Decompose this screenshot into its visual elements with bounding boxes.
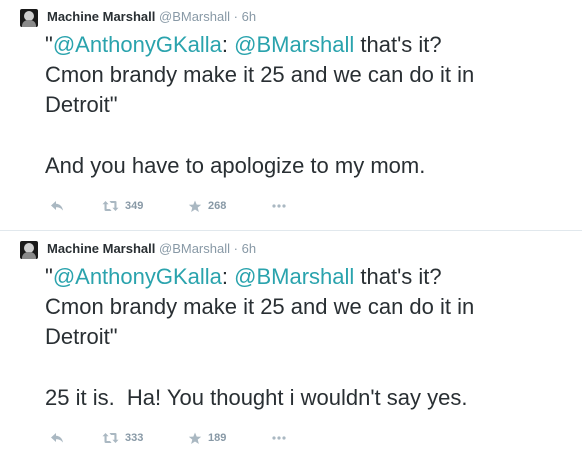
more-button[interactable] — [272, 429, 286, 447]
avatar[interactable] — [20, 241, 38, 259]
retweet-count: 349 — [125, 200, 144, 212]
author-username[interactable]: @BMarshall — [159, 9, 230, 24]
tweet-actions: 333 189 — [45, 429, 345, 447]
favorite-button[interactable]: 268 — [188, 197, 226, 215]
mention-link[interactable]: @BMarshall — [234, 32, 354, 57]
tweet[interactable]: Machine Marshall @BMarshall · 6h "@Antho… — [0, 0, 582, 230]
tweet-text-fragment: that's it? — [354, 32, 442, 57]
more-button[interactable] — [272, 197, 286, 215]
tweet-text-line: "@AnthonyGKalla: @BMarshall that's it? — [45, 262, 575, 292]
header-separator: · — [233, 241, 238, 256]
tweet-actions: 349 268 — [45, 197, 345, 215]
reply-icon — [51, 201, 63, 211]
retweet-button[interactable]: 349 — [102, 197, 143, 215]
colon: : — [221, 264, 229, 289]
favorite-button[interactable]: 189 — [188, 429, 226, 447]
tweet-text-line: Cmon brandy make it 25 and we can do it … — [45, 294, 475, 319]
avatar-body — [22, 20, 36, 27]
mention-link[interactable]: @BMarshall — [234, 264, 354, 289]
more-icon — [272, 204, 286, 208]
tweet-text-fragment: that's it? — [354, 264, 442, 289]
favorite-count: 268 — [208, 200, 227, 212]
colon: : — [221, 32, 229, 57]
retweet-icon — [102, 433, 119, 443]
retweet-icon — [102, 201, 119, 211]
favorite-icon — [188, 432, 202, 444]
header-separator: · — [233, 9, 238, 24]
tweet[interactable]: Machine Marshall @BMarshall · 6h "@Antho… — [0, 232, 582, 462]
tweet-text-line: Detroit" — [45, 92, 118, 117]
tweet-text: "@AnthonyGKalla: @BMarshall that's it? C… — [45, 262, 575, 413]
more-icon — [272, 436, 286, 440]
tweet-text: "@AnthonyGKalla: @BMarshall that's it? C… — [45, 30, 575, 181]
author-fullname[interactable]: Machine Marshall — [47, 9, 155, 24]
reply-icon — [51, 433, 63, 443]
tweet-header: Machine Marshall @BMarshall · 6h — [47, 8, 256, 26]
retweet-count: 333 — [125, 432, 144, 444]
retweet-button[interactable]: 333 — [102, 429, 143, 447]
tweet-text-line: And you have to apologize to my mom. — [45, 153, 426, 178]
quote-mark: " — [45, 264, 53, 289]
quote-mark: " — [45, 32, 53, 57]
reply-button[interactable] — [50, 197, 64, 215]
favorite-icon — [188, 200, 202, 212]
tweet-timestamp[interactable]: 6h — [242, 241, 256, 256]
tweet-text-line: Cmon brandy make it 25 and we can do it … — [45, 62, 475, 87]
mention-link[interactable]: @AnthonyGKalla — [53, 32, 222, 57]
tweet-text-line: Detroit" — [45, 324, 118, 349]
author-username[interactable]: @BMarshall — [159, 241, 230, 256]
tweet-header: Machine Marshall @BMarshall · 6h — [47, 240, 256, 258]
tweet-text-line: 25 it is. Ha! You thought i wouldn't say… — [45, 385, 468, 410]
tweet-text-line: "@AnthonyGKalla: @BMarshall that's it? — [45, 30, 575, 60]
tweet-divider — [0, 230, 582, 231]
author-fullname[interactable]: Machine Marshall — [47, 241, 155, 256]
mention-link[interactable]: @AnthonyGKalla — [53, 264, 222, 289]
avatar-body — [22, 252, 36, 259]
tweet-timestamp[interactable]: 6h — [242, 9, 256, 24]
reply-button[interactable] — [50, 429, 64, 447]
favorite-count: 189 — [208, 432, 227, 444]
avatar[interactable] — [20, 9, 38, 27]
